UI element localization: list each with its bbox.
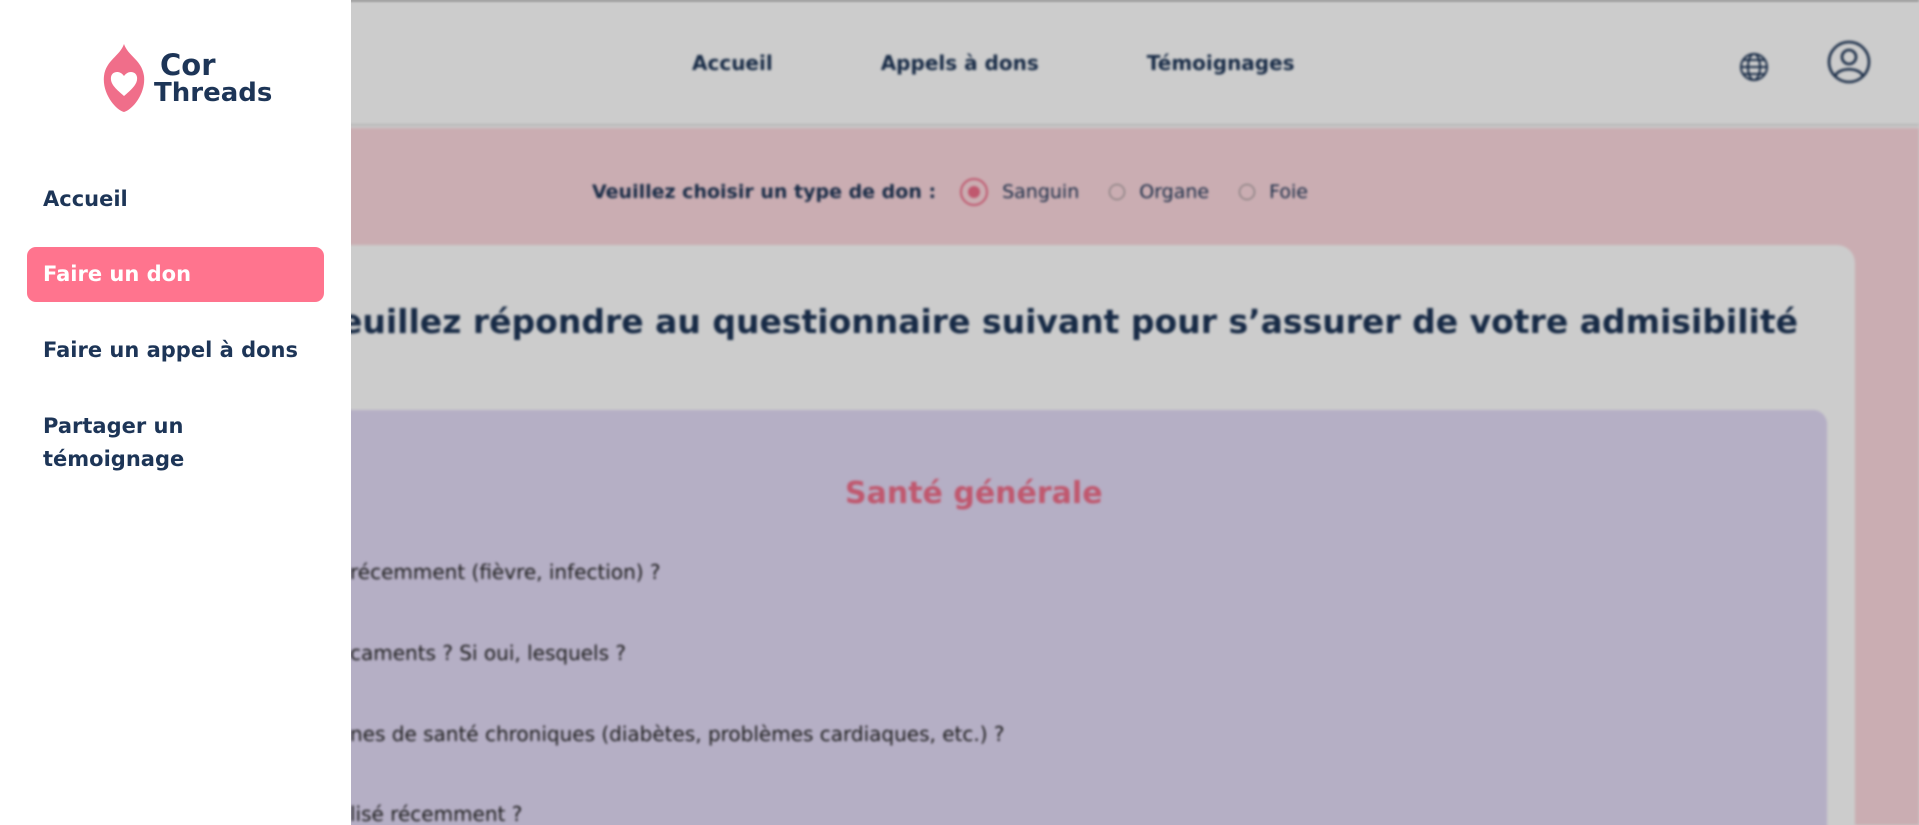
drawer-item-partager-temoignage[interactable]: Partager un témoignage xyxy=(27,410,287,475)
heart-drop-logo-icon xyxy=(103,44,145,112)
logo-text: Cor Threads xyxy=(154,47,273,108)
drawer-item-accueil[interactable]: Accueil xyxy=(27,183,324,216)
drawer-item-faire-un-appel-a-dons[interactable]: Faire un appel à dons xyxy=(27,334,324,367)
side-drawer: Cor Threads Accueil Faire un don Faire u… xyxy=(0,0,351,825)
logo-line-1: Cor xyxy=(160,47,216,82)
logo[interactable]: Cor Threads xyxy=(98,42,272,114)
drawer-item-faire-un-don[interactable]: Faire un don xyxy=(27,247,324,302)
logo-line-2: Threads xyxy=(154,77,273,108)
